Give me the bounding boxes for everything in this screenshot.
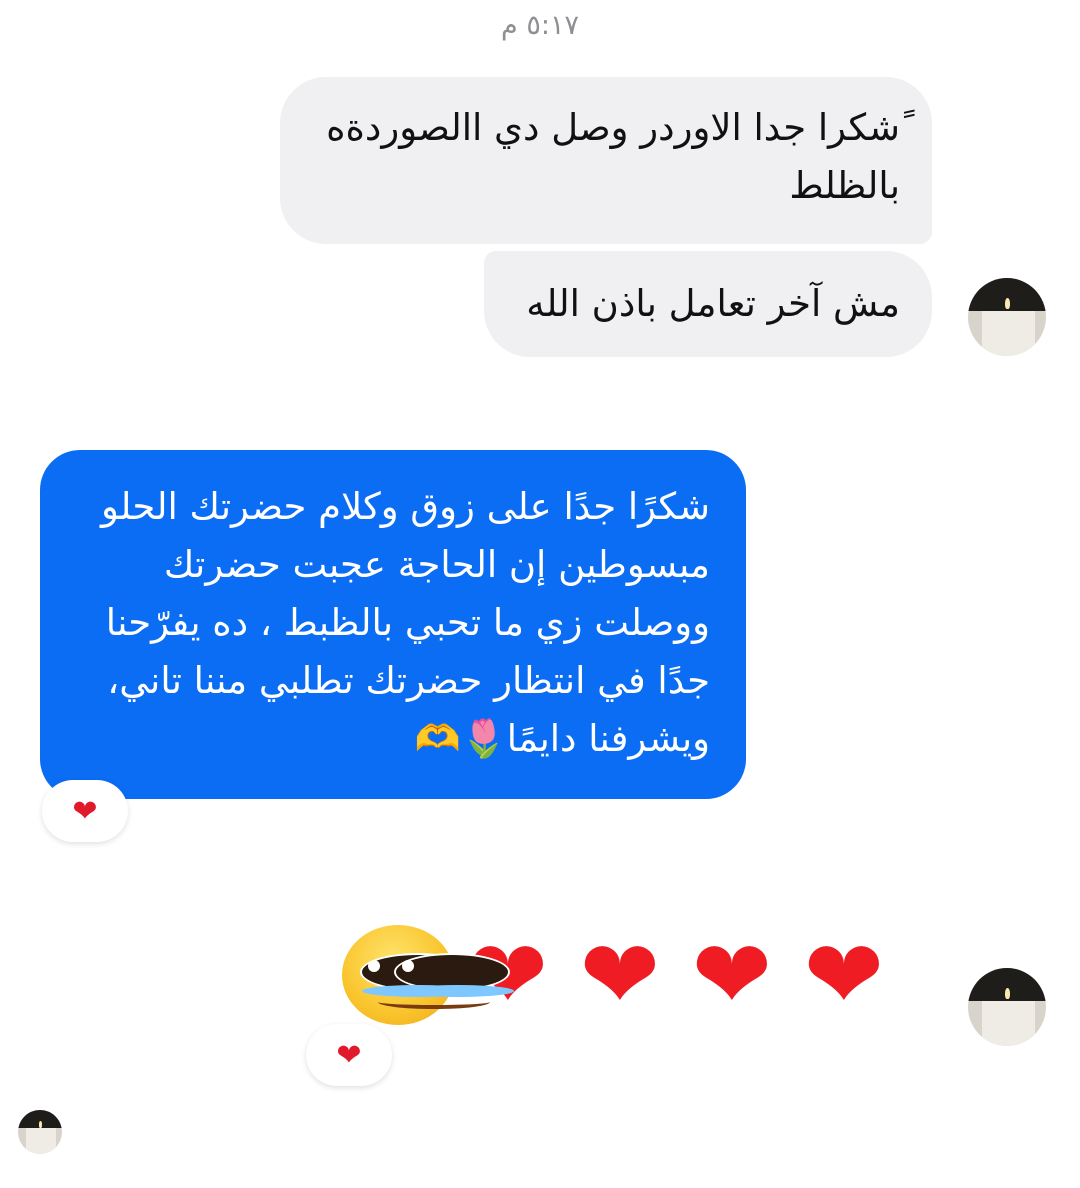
incoming-message[interactable]: ًشكرا جدا الاوردر وصل دي االصوردةه بالظل… <box>280 77 932 244</box>
pleading-face-icon <box>340 923 514 1027</box>
avatar-image <box>1005 988 1011 1000</box>
heart-reaction[interactable]: ❤ <box>306 1024 392 1086</box>
incoming-message[interactable]: مش آخر تعامل باذن الله <box>484 251 932 357</box>
heart-reaction[interactable]: ❤ <box>42 780 128 842</box>
contact-avatar[interactable] <box>968 278 1046 356</box>
heart-icon: ❤ <box>72 793 98 829</box>
heart-icon: ❤ <box>803 919 885 1031</box>
avatar-image <box>39 1121 42 1128</box>
avatar-image <box>982 310 1036 356</box>
message-timestamp: ٥:١٧ م <box>501 10 579 41</box>
avatar-image <box>1005 298 1011 310</box>
heart-icon: ❤ <box>336 1037 362 1073</box>
avatar-image <box>25 1128 56 1154</box>
heart-icon: ❤ <box>691 919 773 1031</box>
heart-icon: ❤ <box>579 919 661 1031</box>
contact-avatar[interactable] <box>968 968 1046 1046</box>
seen-avatar <box>18 1110 62 1154</box>
avatar-image <box>982 1000 1036 1046</box>
emoji-message[interactable]: ❤ ❤ ❤ ❤ <box>340 920 900 1030</box>
outgoing-message[interactable]: شكرًا جدًا على زوق وكلام حضرتك الحلو مبس… <box>40 450 746 799</box>
